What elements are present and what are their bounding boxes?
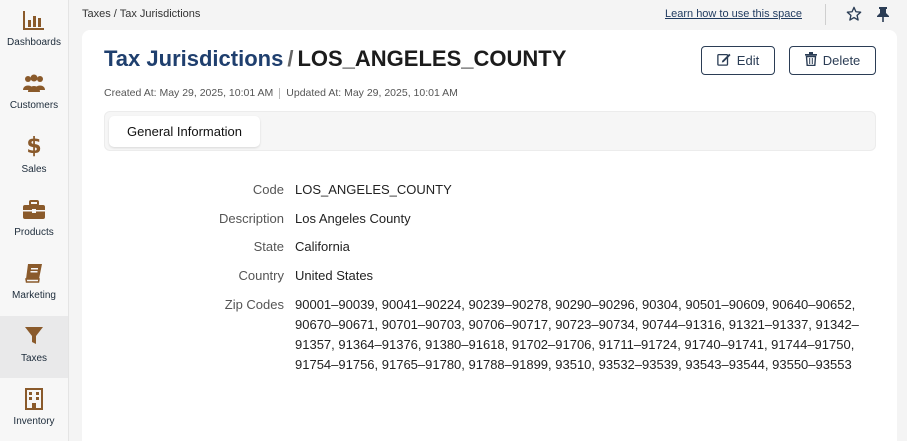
sidebar-item-taxes[interactable]: Taxes <box>0 316 68 378</box>
title-separator: / <box>287 46 294 71</box>
meta-divider <box>279 87 281 99</box>
funnel-icon <box>22 324 46 348</box>
edit-icon <box>717 52 731 69</box>
breadcrumb: Taxes / Tax Jurisdictions <box>82 8 201 20</box>
users-icon <box>22 71 46 95</box>
briefcase-icon <box>22 198 46 222</box>
updated-at: Updated At: May 29, 2025, 10:01 AM <box>286 87 458 99</box>
building-icon <box>22 387 46 411</box>
sidebar-item-customers[interactable]: Customers <box>0 63 68 125</box>
country-label: Country <box>238 268 284 283</box>
record-meta: Created At: May 29, 2025, 10:01 AM Update… <box>104 87 458 99</box>
sidebar-item-dashboards[interactable]: Dashboards <box>0 0 68 62</box>
tab-general-information[interactable]: General Information <box>109 116 260 147</box>
description-value: Los Angeles County <box>295 211 411 226</box>
sidebar-item-label: Inventory <box>13 416 55 427</box>
sidebar-item-label: Dashboards <box>7 37 61 48</box>
code-label: Code <box>252 182 284 197</box>
detail-card: Tax Jurisdictions / LOS_ANGELES_COUNTY Edi… <box>82 30 897 441</box>
state-value: California <box>295 239 350 254</box>
dollar-icon: $ <box>26 134 42 159</box>
created-at: Created At: May 29, 2025, 10:01 AM <box>104 87 274 99</box>
title-current: LOS_ANGELES_COUNTY <box>297 46 567 71</box>
tab-bar: General Information <box>104 111 876 151</box>
sidebar-item-sales[interactable]: $ Sales <box>0 127 68 189</box>
sidebar-item-products[interactable]: Products <box>0 190 68 252</box>
pin-icon[interactable] <box>876 6 890 27</box>
book-icon <box>22 261 46 285</box>
sidebar-item-label: Customers <box>9 100 59 111</box>
page-title: Tax Jurisdictions / LOS_ANGELES_COUNTY <box>104 46 566 72</box>
edit-button[interactable]: Edit <box>701 46 775 75</box>
state-label: State <box>253 239 284 254</box>
description-label: Description <box>218 211 284 226</box>
sidebar-item-label: Products <box>14 227 54 238</box>
trash-icon <box>804 52 817 69</box>
code-value: LOS_ANGELES_COUNTY <box>295 182 452 197</box>
sidebar-item-label: Sales <box>21 164 47 175</box>
country-value: United States <box>295 268 374 283</box>
divider <box>825 4 826 25</box>
delete-button-label: Delete <box>822 53 861 68</box>
edit-button-label: Edit <box>736 53 760 68</box>
bar-chart-icon <box>22 8 46 32</box>
learn-link[interactable]: Learn how to use this space <box>665 8 802 20</box>
zip-codes-value: 90001–90039, 90041–90224, 90239–90278, 9… <box>295 297 859 372</box>
sidebar-item-label: Taxes <box>20 353 48 364</box>
title-parent-link[interactable]: Tax Jurisdictions <box>104 46 283 71</box>
star-icon[interactable] <box>846 6 862 27</box>
sidebar-item-inventory[interactable]: Inventory <box>0 379 68 441</box>
zip-codes-label: Zip Codes <box>224 297 284 312</box>
delete-button[interactable]: Delete <box>789 46 876 75</box>
topbar: Taxes / Tax Jurisdictions Learn how to u… <box>69 0 907 30</box>
sidebar: Dashboards Customers $ Sales Products Ma… <box>0 0 69 441</box>
sidebar-item-marketing[interactable]: Marketing <box>0 253 68 315</box>
sidebar-item-label: Marketing <box>12 290 56 301</box>
